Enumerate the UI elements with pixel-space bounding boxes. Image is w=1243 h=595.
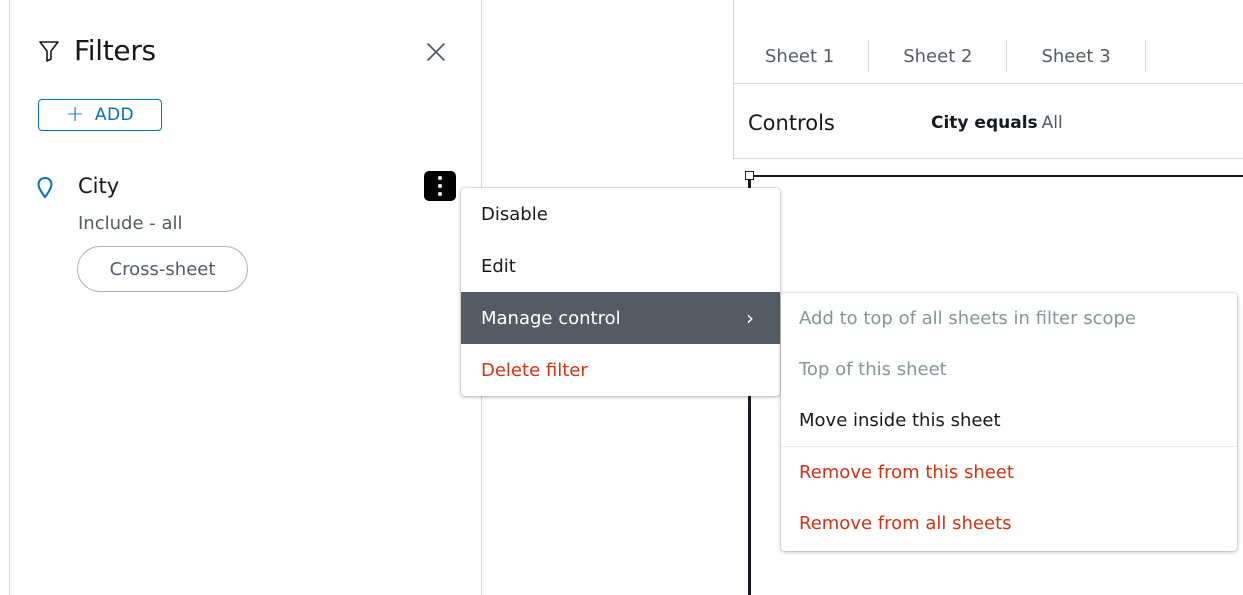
- left-edge-divider: [9, 0, 10, 595]
- submenu-remove-from-this-sheet[interactable]: Remove from this sheet: [781, 447, 1237, 498]
- filter-description: Include - all: [78, 213, 183, 234]
- menu-item-delete-filter[interactable]: Delete filter: [461, 344, 780, 396]
- city-filter-control[interactable]: City equals All: [931, 113, 1063, 133]
- submenu-move-inside-this-sheet[interactable]: Move inside this sheet: [781, 395, 1237, 446]
- tabs-divider: [733, 83, 1243, 84]
- filters-title: Filters: [74, 34, 156, 67]
- tab-separator: [1144, 40, 1146, 72]
- tab-sheet-1[interactable]: Sheet 1: [733, 30, 868, 82]
- visual-border-top: [750, 175, 1243, 177]
- controls-label: Controls: [748, 111, 835, 135]
- cross-sheet-badge: Cross-sheet: [77, 246, 248, 292]
- controls-divider: [733, 158, 1243, 159]
- add-filter-button[interactable]: + ADD: [38, 99, 162, 131]
- add-button-label: ADD: [94, 105, 135, 125]
- submenu-remove-from-all-sheets[interactable]: Remove from all sheets: [781, 498, 1237, 549]
- manage-control-label: Manage control: [481, 307, 621, 329]
- chevron-right-icon: ›: [746, 306, 754, 330]
- manage-control-submenu: Add to top of all sheets in filter scope…: [781, 293, 1237, 551]
- tab-sheet-2[interactable]: Sheet 2: [869, 30, 1006, 82]
- visual-resize-handle[interactable]: [745, 171, 754, 180]
- menu-item-edit[interactable]: Edit: [461, 240, 780, 292]
- filter-context-menu: Disable Edit Manage control › Delete fil…: [461, 188, 780, 396]
- menu-item-disable[interactable]: Disable: [461, 188, 780, 240]
- tab-sheet-3[interactable]: Sheet 3: [1007, 30, 1144, 82]
- control-field: City equals: [931, 113, 1038, 133]
- filters-header: Filters: [38, 34, 156, 67]
- submenu-add-to-top-all-sheets: Add to top of all sheets in filter scope: [799, 308, 1137, 329]
- sheet-tabs: Sheet 1 Sheet 2 Sheet 3: [733, 30, 1243, 82]
- plus-icon: +: [65, 102, 85, 127]
- control-value: All: [1041, 113, 1063, 133]
- more-vertical-icon[interactable]: [424, 171, 456, 201]
- filter-name[interactable]: City: [78, 174, 119, 198]
- submenu-top-of-this-sheet: Top of this sheet: [799, 359, 947, 380]
- location-pin-icon: [37, 176, 53, 199]
- filter-icon: [39, 40, 59, 62]
- menu-item-manage-control[interactable]: Manage control ›: [461, 292, 780, 344]
- close-icon[interactable]: [422, 38, 450, 66]
